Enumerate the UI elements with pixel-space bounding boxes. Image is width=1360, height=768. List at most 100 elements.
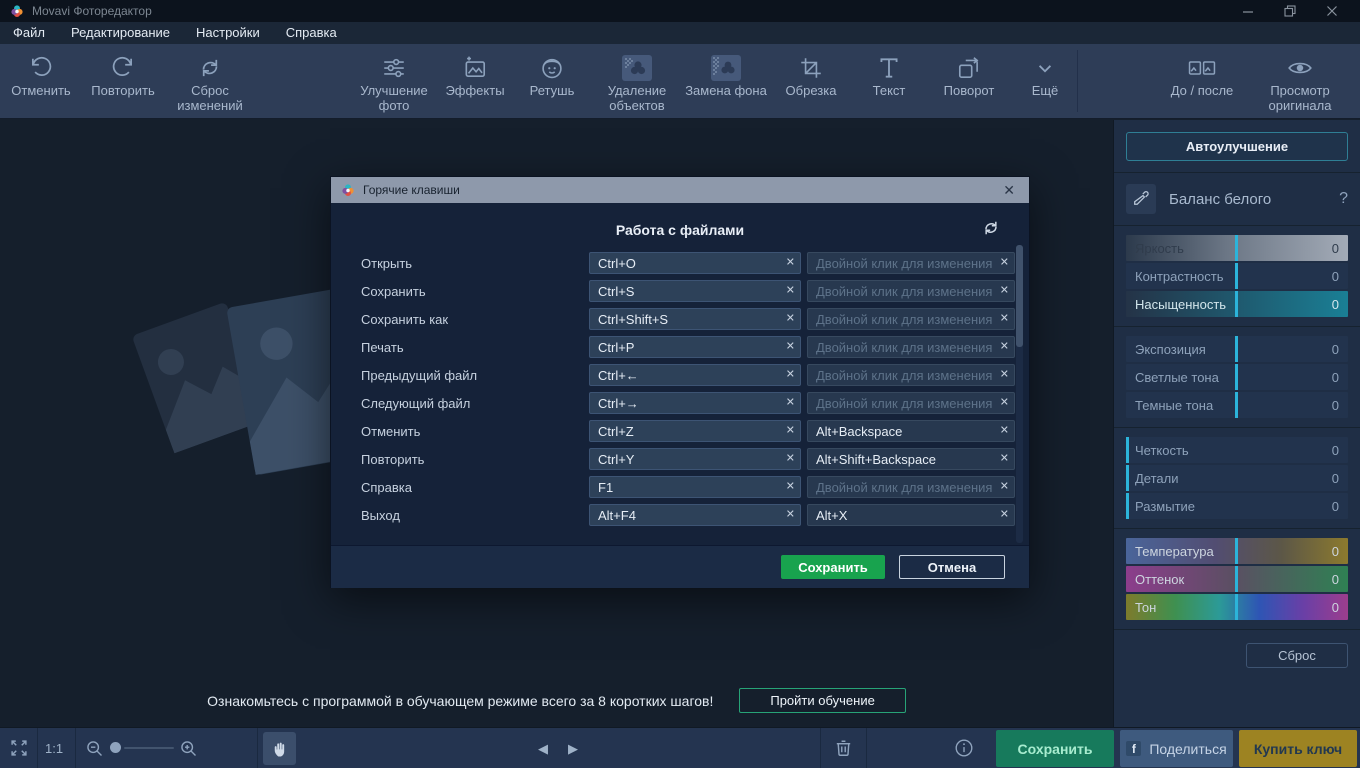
- slider-handle[interactable]: [1235, 263, 1238, 289]
- clear-icon[interactable]: ✕: [786, 370, 795, 381]
- hotkey-input-secondary[interactable]: [807, 280, 1015, 302]
- hand-tool-button[interactable]: [263, 732, 296, 765]
- slider-handle[interactable]: [1126, 493, 1129, 519]
- text-button[interactable]: Текст: [853, 44, 925, 118]
- slider-hue[interactable]: Тон 0: [1126, 594, 1348, 620]
- slider-details[interactable]: Детали 0: [1126, 465, 1348, 491]
- clear-icon[interactable]: ✕: [1000, 370, 1009, 381]
- reset-hotkeys-icon[interactable]: [981, 218, 1001, 241]
- clear-icon[interactable]: ✕: [1000, 510, 1009, 521]
- clear-icon[interactable]: ✕: [786, 454, 795, 465]
- remove-objects-button[interactable]: Удаление объектов: [591, 44, 683, 118]
- clear-icon[interactable]: ✕: [1000, 426, 1009, 437]
- auto-enhance-button[interactable]: Автоулучшение: [1126, 132, 1348, 161]
- hotkey-input-primary[interactable]: [589, 252, 801, 274]
- slider-handle[interactable]: [1235, 392, 1238, 418]
- hotkey-input-secondary[interactable]: [807, 336, 1015, 358]
- hotkey-input-primary[interactable]: [589, 364, 801, 386]
- fit-to-screen-button[interactable]: [8, 737, 30, 764]
- clear-icon[interactable]: ✕: [1000, 314, 1009, 325]
- slider-brightness[interactable]: Яркость 0: [1126, 235, 1348, 261]
- hotkey-input-secondary[interactable]: [807, 448, 1015, 470]
- slider-handle[interactable]: [1235, 566, 1238, 592]
- previous-photo-icon[interactable]: ◀: [538, 741, 548, 757]
- dialog-cancel-button[interactable]: Отмена: [899, 555, 1005, 579]
- view-original-button[interactable]: Просмотр оригинала: [1248, 44, 1352, 118]
- undo-button[interactable]: Отменить: [0, 44, 82, 118]
- retouch-button[interactable]: Ретушь: [513, 44, 591, 118]
- menu-help[interactable]: Справка: [273, 22, 350, 44]
- minimize-icon[interactable]: [1242, 5, 1254, 17]
- clear-icon[interactable]: ✕: [786, 258, 795, 269]
- share-button[interactable]: f Поделиться: [1120, 730, 1233, 767]
- more-button[interactable]: Ещё: [1013, 44, 1077, 118]
- actual-size-button[interactable]: 1:1: [45, 741, 63, 756]
- slider-sharpness[interactable]: Четкость 0: [1126, 437, 1348, 463]
- slider-handle[interactable]: [1235, 235, 1238, 261]
- clear-icon[interactable]: ✕: [786, 286, 795, 297]
- clear-icon[interactable]: ✕: [786, 342, 795, 353]
- clear-icon[interactable]: ✕: [786, 482, 795, 493]
- redo-button[interactable]: Повторить: [82, 44, 164, 118]
- hotkey-input-secondary[interactable]: [807, 392, 1015, 414]
- slider-contrast[interactable]: Контрастность 0: [1126, 263, 1348, 289]
- menu-settings[interactable]: Настройки: [183, 22, 273, 44]
- hotkey-input-primary[interactable]: [589, 336, 801, 358]
- hotkey-input-secondary[interactable]: [807, 252, 1015, 274]
- effects-button[interactable]: Эффекты: [437, 44, 513, 118]
- hotkey-input-primary[interactable]: [589, 476, 801, 498]
- clear-icon[interactable]: ✕: [1000, 398, 1009, 409]
- clear-icon[interactable]: ✕: [786, 398, 795, 409]
- close-icon[interactable]: [1326, 5, 1338, 17]
- clear-icon[interactable]: ✕: [1000, 342, 1009, 353]
- hotkey-input-secondary[interactable]: [807, 420, 1015, 442]
- clear-icon[interactable]: ✕: [1000, 258, 1009, 269]
- hotkey-input-primary[interactable]: [589, 392, 801, 414]
- slider-handle[interactable]: [1235, 364, 1238, 390]
- reset-adjustments-button[interactable]: Сброс: [1246, 643, 1348, 668]
- slider-temperature[interactable]: Температура 0: [1126, 538, 1348, 564]
- start-tutorial-button[interactable]: Пройти обучение: [739, 688, 905, 713]
- scrollbar-thumb[interactable]: [1016, 245, 1023, 347]
- buy-key-button[interactable]: Купить ключ: [1239, 730, 1357, 767]
- delete-photo-icon[interactable]: [832, 736, 855, 764]
- dialog-scrollbar[interactable]: [1016, 245, 1023, 543]
- slider-highlights[interactable]: Светлые тона 0: [1126, 364, 1348, 390]
- clear-icon[interactable]: ✕: [786, 426, 795, 437]
- hotkey-input-primary[interactable]: [589, 448, 801, 470]
- help-icon[interactable]: ?: [1339, 190, 1348, 208]
- rotate-button[interactable]: Поворот: [925, 44, 1013, 118]
- hotkey-input-primary[interactable]: [589, 420, 801, 442]
- zoom-in-icon[interactable]: [178, 738, 199, 764]
- restore-icon[interactable]: [1284, 5, 1296, 17]
- hotkey-input-primary[interactable]: [589, 280, 801, 302]
- zoom-slider-track[interactable]: [124, 747, 174, 749]
- hotkey-input-secondary[interactable]: [807, 504, 1015, 526]
- zoom-out-icon[interactable]: [84, 738, 105, 764]
- hotkey-input-secondary[interactable]: [807, 308, 1015, 330]
- replace-background-button[interactable]: Замена фона: [683, 44, 769, 118]
- clear-icon[interactable]: ✕: [1000, 454, 1009, 465]
- crop-button[interactable]: Обрезка: [769, 44, 853, 118]
- reset-changes-button[interactable]: Сброс изменений: [164, 44, 256, 118]
- slider-blur[interactable]: Размытие 0: [1126, 493, 1348, 519]
- zoom-slider-knob[interactable]: [110, 742, 121, 753]
- clear-icon[interactable]: ✕: [1000, 286, 1009, 297]
- eyedropper-button[interactable]: [1126, 184, 1156, 214]
- slider-shadows[interactable]: Темные тона 0: [1126, 392, 1348, 418]
- slider-handle[interactable]: [1235, 291, 1238, 317]
- slider-saturation[interactable]: Насыщенность 0: [1126, 291, 1348, 317]
- dialog-save-button[interactable]: Сохранить: [781, 555, 885, 579]
- next-photo-icon[interactable]: ▶: [568, 741, 578, 757]
- clear-icon[interactable]: ✕: [1000, 482, 1009, 493]
- slider-handle[interactable]: [1235, 336, 1238, 362]
- before-after-button[interactable]: До / после: [1156, 44, 1248, 118]
- slider-exposure[interactable]: Экспозиция 0: [1126, 336, 1348, 362]
- clear-icon[interactable]: ✕: [786, 314, 795, 325]
- slider-handle[interactable]: [1126, 437, 1129, 463]
- hotkey-input-primary[interactable]: [589, 308, 801, 330]
- slider-handle[interactable]: [1126, 465, 1129, 491]
- enhance-button[interactable]: Улучшение фото: [351, 44, 437, 118]
- hotkey-input-primary[interactable]: [589, 504, 801, 526]
- slider-handle[interactable]: [1235, 538, 1238, 564]
